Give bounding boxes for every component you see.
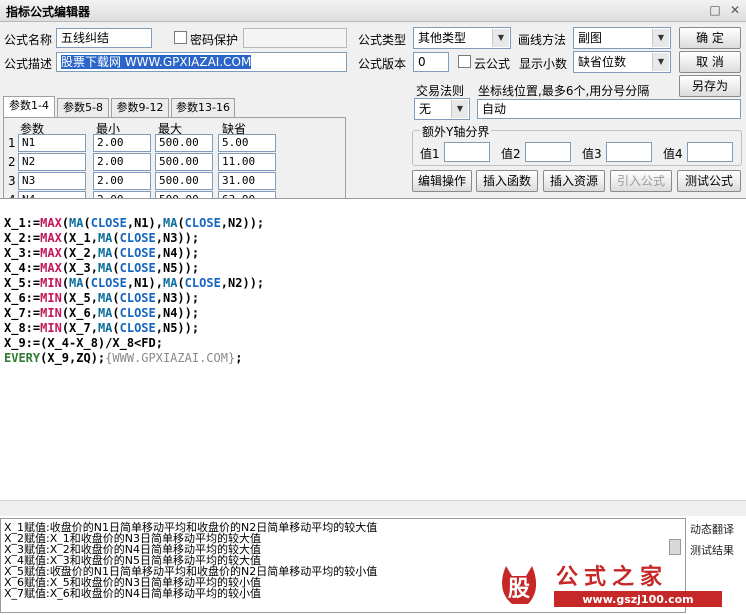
param-row-index: 1 bbox=[8, 136, 16, 150]
password-label: 密码保护 bbox=[190, 33, 239, 47]
y1-field[interactable] bbox=[444, 142, 490, 162]
title-bar: 指标公式编辑器 □ ✕ bbox=[0, 0, 746, 22]
chevron-down-icon: ▼ bbox=[492, 29, 509, 47]
name-label: 公式名称 bbox=[4, 33, 53, 47]
name-field[interactable]: 五线纠结 bbox=[56, 28, 152, 48]
coord-label: 坐标线位置,最多6个,用分号分隔 bbox=[478, 84, 650, 98]
code-line: X_9:=(X_4-X_8)/X_8<FD; bbox=[4, 336, 163, 350]
watermark-logo: 股 公式之家 www.gszj100.com bbox=[498, 560, 728, 612]
tab-params-5-8[interactable]: 参数5-8 bbox=[57, 98, 109, 117]
tab-params-1-4[interactable]: 参数1-4 bbox=[3, 96, 55, 118]
y2-field[interactable] bbox=[525, 142, 571, 162]
param-row-index: 2 bbox=[8, 155, 16, 169]
tab-params-13-16[interactable]: 参数13-16 bbox=[171, 98, 235, 117]
param-name-field[interactable]: N1 bbox=[18, 134, 86, 152]
close-icon[interactable]: ✕ bbox=[728, 3, 742, 17]
formula-settings-panel: 公式名称 五线纠结 密码保护 公式类型 其他类型 ▼ 画线方法 副图 ▼ 确 定… bbox=[0, 22, 746, 215]
chevron-down-icon: ▼ bbox=[652, 29, 669, 47]
version-field[interactable]: 0 bbox=[413, 52, 449, 72]
type-value: 其他类型 bbox=[418, 31, 467, 45]
insert-resource-button[interactable]: 插入资源 bbox=[543, 170, 605, 192]
maximize-icon[interactable]: □ bbox=[708, 3, 722, 17]
y4-label: 值4 bbox=[663, 147, 683, 161]
horizontal-scrollbar[interactable] bbox=[0, 500, 746, 516]
y3-field[interactable] bbox=[606, 142, 652, 162]
param-name-field[interactable]: N3 bbox=[18, 172, 86, 190]
code-line: X_7:=MIN(X_6,MA(CLOSE,N4)); bbox=[4, 306, 200, 320]
y3-label: 值3 bbox=[582, 147, 602, 161]
insert-function-button[interactable]: 插入函数 bbox=[476, 170, 538, 192]
chevron-down-icon: ▼ bbox=[451, 100, 468, 118]
decimals-select[interactable]: 缺省位数 ▼ bbox=[573, 51, 671, 73]
edit-ops-button[interactable]: 编辑操作 bbox=[412, 170, 472, 192]
param-default-field[interactable]: 31.00 bbox=[218, 172, 276, 190]
svg-text:股: 股 bbox=[508, 577, 530, 602]
test-formula-button[interactable]: 测试公式 bbox=[677, 170, 741, 192]
save-as-button[interactable]: 另存为 bbox=[679, 75, 741, 97]
dynamic-translate-button[interactable]: 动态翻译 bbox=[690, 521, 734, 537]
type-label: 公式类型 bbox=[358, 33, 407, 47]
cloud-checkbox[interactable] bbox=[458, 55, 471, 68]
code-text: X_1:=MAX(MA(CLOSE,N1),MA(CLOSE,N2)); X_2:… bbox=[4, 201, 264, 366]
trade-label: 交易法则 bbox=[416, 84, 465, 98]
note-line: X_7赋值:X_6和收盘价的N4日简单移动平均的较小值 bbox=[4, 587, 262, 600]
version-label: 公式版本 bbox=[358, 57, 407, 71]
svg-text:www.gszj100.com: www.gszj100.com bbox=[582, 593, 693, 606]
draw-value: 副图 bbox=[578, 31, 603, 45]
param-row-index: 3 bbox=[8, 174, 16, 188]
password-checkbox[interactable] bbox=[174, 31, 187, 44]
param-min-field[interactable]: 2.00 bbox=[93, 134, 151, 152]
password-field[interactable] bbox=[243, 28, 347, 48]
ok-button[interactable]: 确 定 bbox=[679, 27, 741, 49]
y1-label: 值1 bbox=[420, 147, 440, 161]
test-result-button[interactable]: 测试结果 bbox=[690, 542, 734, 558]
code-editor[interactable]: X_1:=MAX(MA(CLOSE,N1),MA(CLOSE,N2)); X_2:… bbox=[0, 198, 746, 516]
code-line: EVERY(X_9,ZQ);{WWW.GPXIAZAI.COM}; bbox=[4, 351, 243, 365]
param-default-field[interactable]: 5.00 bbox=[218, 134, 276, 152]
param-min-field[interactable]: 2.00 bbox=[93, 172, 151, 190]
window-title: 指标公式编辑器 bbox=[6, 5, 91, 19]
desc-label: 公式描述 bbox=[4, 57, 53, 71]
code-line: X_6:=MIN(X_5,MA(CLOSE,N3)); bbox=[4, 291, 200, 305]
desc-value: 股票下载网 WWW.GPXIAZAI.COM bbox=[61, 55, 252, 69]
logo-graphic: 股 公式之家 www.gszj100.com bbox=[502, 564, 722, 607]
code-line: X_8:=MIN(X_7,MA(CLOSE,N5)); bbox=[4, 321, 200, 335]
param-max-field[interactable]: 500.00 bbox=[155, 134, 213, 152]
code-line: X_3:=MAX(X_2,MA(CLOSE,N4)); bbox=[4, 246, 200, 260]
tab-params-9-12[interactable]: 参数9-12 bbox=[111, 98, 169, 117]
yaxis-label: 额外Y轴分界 bbox=[420, 123, 492, 140]
coord-field[interactable]: 自动 bbox=[477, 99, 741, 119]
desc-field[interactable]: 股票下载网 WWW.GPXIAZAI.COM bbox=[56, 52, 347, 72]
notes-scrollbar[interactable] bbox=[669, 539, 681, 555]
cloud-label: 云公式 bbox=[474, 57, 511, 71]
y4-field[interactable] bbox=[687, 142, 733, 162]
param-max-field[interactable]: 500.00 bbox=[155, 172, 213, 190]
draw-select[interactable]: 副图 ▼ bbox=[573, 27, 671, 49]
code-line: X_5:=MIN(MA(CLOSE,N1),MA(CLOSE,N2)); bbox=[4, 276, 265, 290]
code-line: X_2:=MAX(X_1,MA(CLOSE,N3)); bbox=[4, 231, 200, 245]
code-line: X_4:=MAX(X_3,MA(CLOSE,N5)); bbox=[4, 261, 200, 275]
trade-value: 无 bbox=[419, 102, 432, 116]
y2-label: 值2 bbox=[501, 147, 521, 161]
trade-select[interactable]: 无 ▼ bbox=[414, 98, 470, 120]
svg-text:公式之家: 公式之家 bbox=[556, 564, 668, 590]
param-min-field[interactable]: 2.00 bbox=[93, 153, 151, 171]
param-max-field[interactable]: 500.00 bbox=[155, 153, 213, 171]
code-line: X_1:=MAX(MA(CLOSE,N1),MA(CLOSE,N2)); bbox=[4, 216, 265, 230]
param-default-field[interactable]: 11.00 bbox=[218, 153, 276, 171]
draw-label: 画线方法 bbox=[518, 33, 567, 47]
decimals-label: 显示小数 bbox=[519, 57, 568, 71]
chevron-down-icon: ▼ bbox=[652, 53, 669, 71]
import-formula-button[interactable]: 引入公式 bbox=[610, 170, 672, 192]
decimals-value: 缺省位数 bbox=[578, 55, 627, 69]
type-select[interactable]: 其他类型 ▼ bbox=[413, 27, 511, 49]
param-name-field[interactable]: N2 bbox=[18, 153, 86, 171]
cancel-button[interactable]: 取 消 bbox=[679, 51, 741, 73]
